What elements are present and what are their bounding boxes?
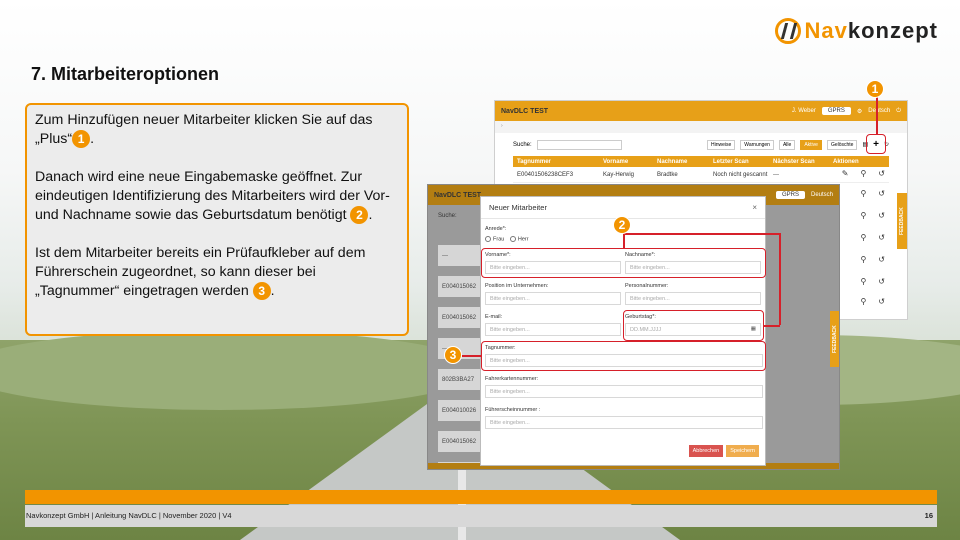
row-actions: ✎ ⚲ ↺ — [842, 169, 885, 178]
col-aktionen: Aktionen — [833, 158, 859, 165]
language-menu-dimmed: Deutsch — [810, 192, 833, 198]
page-number: 16 — [924, 511, 933, 520]
history-icon[interactable]: ↺ — [878, 255, 885, 264]
row-actions: ⚲ ↺ — [860, 277, 885, 286]
cancel-button[interactable]: Abbrechen — [688, 445, 724, 457]
footer-text: Navkonzept GmbH | Anleitung NavDLC | Nov… — [26, 511, 232, 520]
radio-herr[interactable] — [509, 236, 516, 242]
navkonzept-logo: Navkonzept — [774, 18, 938, 44]
highlight-name-fields — [481, 248, 766, 278]
instruction-paragraph-2: Danach wird eine neue Eingabemaske geöff… — [35, 169, 390, 225]
table-row[interactable]: E00401506238CEF3 Kay-Herwig Bradtke Noch… — [513, 167, 889, 183]
app-brand: NavDLC TEST — [501, 107, 549, 115]
person-icon[interactable]: ⚲ — [860, 189, 866, 198]
history-icon[interactable]: ↺ — [878, 233, 885, 242]
history-icon[interactable]: ↺ — [878, 189, 885, 198]
person-icon[interactable]: ⚲ — [860, 233, 866, 242]
power-icon[interactable]: ⏻ — [896, 108, 901, 115]
fahrerkartennummer-label: Fahrerkartennummer: — [485, 376, 539, 382]
callout-badge-3: 3 — [252, 282, 271, 301]
row-actions: ⚲ ↺ — [860, 211, 885, 220]
email-label: E-mail: — [485, 314, 503, 320]
row-actions: ⚲ ↺ — [860, 189, 885, 198]
row-actions: ⚲ ↺ — [860, 297, 885, 306]
warnings-button[interactable]: Warnungen — [740, 139, 774, 150]
logo-icon — [774, 18, 801, 44]
user-name[interactable]: J. Weber — [792, 108, 816, 114]
fuehrerscheinnummer-field[interactable]: Bitte eingeben... — [485, 416, 763, 429]
instruction-paragraph-3: Ist dem Mitarbeiter bereits ein Prüfaufk… — [35, 245, 366, 301]
filter-active-button[interactable]: Aktive — [800, 139, 822, 150]
feedback-tab[interactable]: FEEDBACK — [897, 193, 907, 249]
gprs-select[interactable]: GPRS — [821, 107, 851, 115]
instruction-box: Zum Hinzufügen neuer Mitarbeiter klicken… — [25, 103, 409, 336]
history-icon[interactable]: ↺ — [878, 297, 885, 306]
logo-part-nav: Nav — [804, 18, 848, 43]
close-icon[interactable]: × — [752, 203, 757, 212]
position-field[interactable]: Bitte eingeben... — [485, 292, 621, 305]
col-nachname[interactable]: Nachname — [653, 159, 709, 165]
gear-icon[interactable]: ⚙ — [857, 108, 862, 115]
gprs-select-dimmed: GPRS — [775, 191, 805, 199]
person-icon[interactable]: ⚲ — [860, 169, 866, 178]
search-input[interactable] — [536, 139, 622, 150]
feedback-tab-dimmed: FEEDBACK — [830, 311, 839, 367]
callout-1: 1 — [866, 80, 884, 98]
highlight-tagnummer-field — [481, 341, 766, 371]
email-field[interactable]: Bitte eingeben... — [485, 323, 621, 336]
callout-2: 2 — [613, 216, 631, 234]
person-icon[interactable]: ⚲ — [860, 211, 866, 220]
history-icon[interactable]: ↺ — [878, 169, 885, 178]
anrede-label: Anrede*: — [485, 226, 507, 232]
person-icon[interactable]: ⚲ — [860, 297, 866, 306]
highlight-birthday-field — [623, 310, 764, 341]
breadcrumb: › — [495, 121, 907, 133]
callout-badge-1: 1 — [72, 130, 91, 149]
radio-frau[interactable] — [485, 236, 491, 242]
fuehrerscheinnummer-label: Führerscheinnummer : — [485, 407, 541, 413]
personalnummer-field[interactable]: Bitte eingeben... — [625, 292, 761, 305]
filter-deleted-button[interactable]: Gelöschte — [826, 139, 858, 150]
position-label: Position im Unternehmen: — [485, 283, 549, 289]
col-tagnummer[interactable]: Tagnummer — [513, 159, 599, 165]
callout-badge-2: 2 — [350, 206, 369, 225]
highlight-plus-button — [866, 134, 886, 154]
language-menu[interactable]: Deutsch — [868, 108, 890, 114]
person-icon[interactable]: ⚲ — [860, 255, 866, 264]
modal-title: Neuer Mitarbeiter — [489, 203, 547, 212]
col-letzter-scan[interactable]: Letzter Scan — [709, 159, 769, 165]
table-header: Tagnummer Vorname Nachname Letzter Scan … — [513, 156, 889, 167]
person-icon[interactable]: ⚲ — [860, 277, 866, 286]
filter-all-button[interactable]: Alle — [778, 139, 796, 150]
row-actions: ⚲ ↺ — [860, 255, 885, 264]
edit-icon[interactable]: ✎ — [842, 169, 849, 178]
history-icon[interactable]: ↺ — [878, 211, 885, 220]
search-label: Suche: — [513, 141, 532, 148]
fahrerkartennummer-field[interactable]: Bitte eingeben... — [485, 385, 763, 398]
col-vorname[interactable]: Vorname — [599, 159, 653, 165]
history-icon[interactable]: ↺ — [878, 277, 885, 286]
page-title: 7. Mitarbeiteroptionen — [31, 64, 220, 84]
col-naechster-scan[interactable]: Nächster Scan — [769, 159, 829, 165]
save-button[interactable]: Speichern — [726, 445, 759, 457]
row-actions: ⚲ ↺ — [860, 233, 885, 242]
personalnummer-label: Personalnummer: — [625, 283, 669, 289]
footer-accent-band — [25, 490, 937, 504]
callout-3: 3 — [444, 346, 462, 364]
hints-button[interactable]: Hinweise — [707, 139, 736, 150]
instruction-paragraph-1: Zum Hinzufügen neuer Mitarbeiter klicken… — [35, 112, 373, 149]
app-topbar: NavDLC TEST J. Weber GPRS ⚙ Deutsch ⏻ — [495, 101, 907, 121]
logo-part-konzept: konzept — [847, 18, 938, 43]
